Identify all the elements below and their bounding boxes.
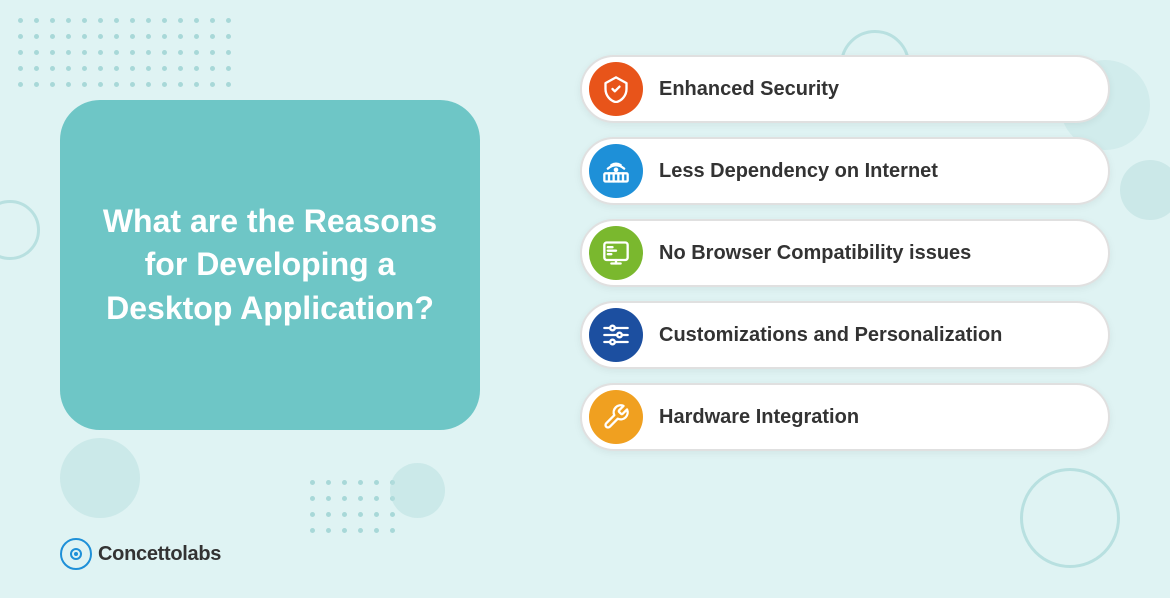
wifi-icon bbox=[589, 144, 643, 198]
shield-icon bbox=[589, 62, 643, 116]
decorative-circle-bottom-left bbox=[60, 438, 140, 518]
feature-label-no-browser: No Browser Compatibility issues bbox=[659, 242, 971, 265]
logo-text: Concettolabs bbox=[98, 543, 221, 566]
left-card-title: What are the Reasons for Developing a De… bbox=[90, 200, 450, 330]
feature-label-customization: Customizations and Personalization bbox=[659, 324, 1002, 347]
decorative-circle-mid-left bbox=[0, 200, 40, 260]
feature-label-hardware: Hardware Integration bbox=[659, 406, 859, 429]
left-card: What are the Reasons for Developing a De… bbox=[60, 100, 480, 430]
decorative-circle-bottom-center bbox=[390, 463, 445, 518]
feature-label-less-dependency: Less Dependency on Internet bbox=[659, 160, 938, 183]
logo: Concettolabs bbox=[60, 538, 221, 570]
feature-pill-no-browser: No Browser Compatibility issues bbox=[580, 219, 1110, 287]
feature-label-enhanced-security: Enhanced Security bbox=[659, 78, 839, 101]
decorative-circle-right-2 bbox=[1120, 160, 1170, 220]
dot-grid-bottom bbox=[310, 480, 400, 538]
sliders-icon bbox=[589, 308, 643, 362]
logo-icon bbox=[60, 538, 92, 570]
feature-pill-hardware: Hardware Integration bbox=[580, 383, 1110, 451]
monitor-icon bbox=[589, 226, 643, 280]
dot-grid-top-left bbox=[18, 18, 218, 108]
features-list: Enhanced Security Less Dependency on Int… bbox=[580, 55, 1110, 451]
feature-pill-customization: Customizations and Personalization bbox=[580, 301, 1110, 369]
wrench-icon bbox=[589, 390, 643, 444]
feature-pill-less-dependency: Less Dependency on Internet bbox=[580, 137, 1110, 205]
decorative-circle-bottom-right bbox=[1020, 468, 1120, 568]
feature-pill-enhanced-security: Enhanced Security bbox=[580, 55, 1110, 123]
